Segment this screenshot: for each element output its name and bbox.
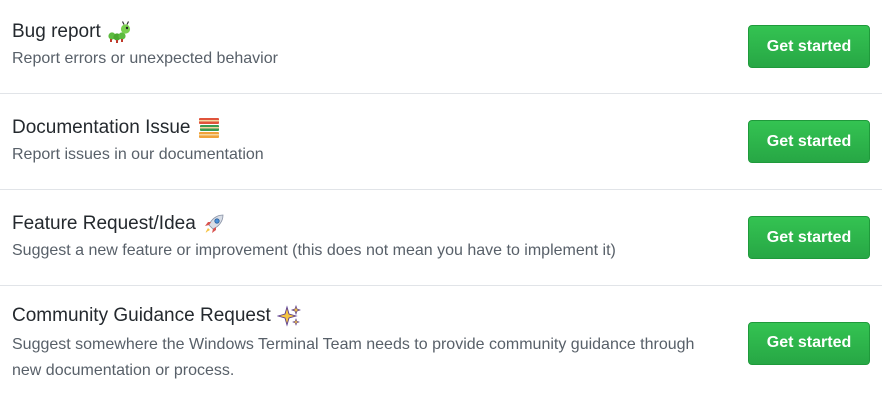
sparkles-icon: [276, 304, 301, 328]
issue-template-row: Bug report Report errors or unexpected b…: [0, 0, 882, 94]
get-started-button[interactable]: Get started: [748, 120, 870, 163]
rocket-icon: [202, 212, 226, 236]
template-description: Suggest a new feature or improvement (th…: [12, 242, 616, 259]
template-description: Report errors or unexpected behavior: [12, 50, 278, 67]
books-icon: [197, 116, 221, 140]
caterpillar-icon: [107, 20, 131, 44]
template-title: Documentation Issue: [12, 117, 191, 138]
template-title-line: Bug report: [12, 19, 712, 45]
template-text: Documentation Issue Report issues in our…: [0, 115, 712, 168]
get-started-button[interactable]: Get started: [748, 216, 870, 259]
get-started-button[interactable]: Get started: [748, 321, 870, 365]
issue-template-row: Community Guidance Request Suggest somew…: [0, 286, 882, 400]
template-title-line: Community Guidance Request: [12, 303, 712, 329]
issue-template-list: Bug report Report errors or unexpected b…: [0, 0, 882, 400]
template-title: Feature Request/Idea: [12, 213, 196, 234]
get-started-button[interactable]: Get started: [748, 25, 870, 68]
template-description: Report issues in our documentation: [12, 146, 264, 163]
template-title-line: Documentation Issue: [12, 115, 712, 141]
template-title: Bug report: [12, 21, 101, 42]
template-text: Feature Request/Idea Suggest a new featu…: [0, 211, 712, 264]
template-description: Suggest somewhere the Windows Terminal T…: [12, 335, 695, 379]
issue-template-row: Documentation Issue Report issues in our…: [0, 94, 882, 190]
template-text: Bug report Report errors or unexpected b…: [0, 19, 712, 72]
template-title: Community Guidance Request: [12, 304, 271, 326]
template-text: Community Guidance Request Suggest somew…: [0, 303, 712, 384]
issue-template-row: Feature Request/Idea Suggest a new featu…: [0, 190, 882, 286]
template-title-line: Feature Request/Idea: [12, 211, 712, 237]
